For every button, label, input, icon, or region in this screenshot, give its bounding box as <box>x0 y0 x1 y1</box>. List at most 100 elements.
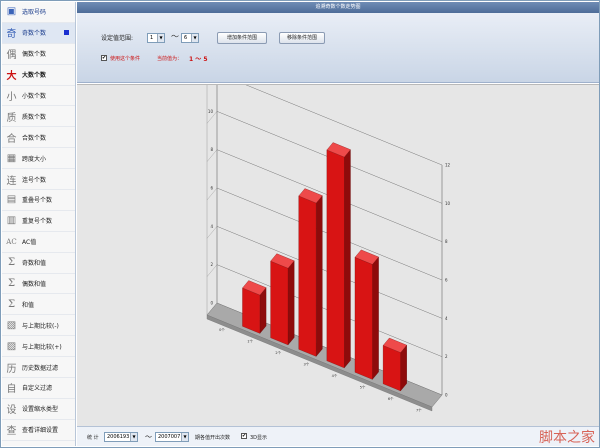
sidebar-item-pointer[interactable]: ▣ 选取号码 <box>2 2 75 23</box>
sidebar-item-even-sum[interactable]: Σ 偶数和值 <box>2 274 75 295</box>
sidebar-item-prime[interactable]: 质质数个数 <box>2 106 75 128</box>
y-tick-label: 6 <box>445 278 448 283</box>
from-period-value: 2006193 <box>107 434 130 440</box>
use-condition-label: 使用这个条件 <box>110 56 141 62</box>
remove-range-button[interactable]: 移除条件范围 <box>279 32 325 44</box>
sidebar-item-label: 自定义过滤 <box>22 385 53 393</box>
sidebar-item-label: 历史数据过滤 <box>22 364 59 372</box>
sidebar-item-big[interactable]: 大大数个数 <box>2 65 75 86</box>
bar <box>326 149 345 369</box>
current-value-label: 当前值为： <box>157 56 183 62</box>
sum-icon: Σ <box>7 298 16 310</box>
bar-side <box>372 256 379 380</box>
shrink-type-icon: 设 <box>6 405 17 417</box>
sidebar-item-ac[interactable]: AC AC值 <box>2 232 75 253</box>
chart-area: 0022446688101012120个1个2个3个4个5个6个7个 <box>77 84 599 426</box>
sidebar-item-label: 重叠号个数 <box>22 197 53 205</box>
current-value: 1 ～ 5 <box>189 56 208 63</box>
sidebar-item-label: 偶数和值 <box>22 281 47 289</box>
pointer-icon: ▣ <box>6 6 17 18</box>
y-tick-label: 6 <box>210 186 213 191</box>
condition-panel: 设定值范围: 1 ▼ ～ 6 ▼ 增加条件范围 移除条件范围 ✔ 使用这个条件 … <box>77 13 599 83</box>
sidebar-item-label: 奇数和值 <box>22 260 47 268</box>
prime-icon: 质 <box>6 112 17 124</box>
sidebar-item-small[interactable]: 小小数个数 <box>2 86 75 107</box>
range-from-value: 1 <box>150 35 154 41</box>
consecutive-icon: 连 <box>6 175 17 187</box>
sidebar-item-overlap[interactable]: ▤ 重叠号个数 <box>2 190 75 211</box>
ac-icon: AC <box>6 237 17 246</box>
y-tick-label: 0 <box>445 393 448 398</box>
watermark-logo: 脚本之家 <box>539 430 595 446</box>
x-tick-label: 5个 <box>360 384 366 389</box>
sidebar-item-label: 与上期比较(+) <box>22 343 62 351</box>
sidebar-item-odd[interactable]: 奇奇数个数 <box>2 22 75 44</box>
sidebar-item-composite[interactable]: 合合数个数 <box>2 127 75 149</box>
bar-side <box>316 195 323 357</box>
y-tick-label: 2 <box>445 354 448 359</box>
bar <box>242 287 261 334</box>
sidebar-item-label: 质数个数 <box>22 113 47 121</box>
bar-side <box>259 287 267 334</box>
big-icon: 大 <box>6 71 17 83</box>
x-tick-label: 2个 <box>275 350 281 355</box>
sidebar-item-label: 重复号个数 <box>22 218 53 226</box>
range-to-value: 6 <box>184 35 188 41</box>
sidebar-item-odd-sum[interactable]: Σ 奇数和值 <box>2 253 75 274</box>
to-period-value: 2007007 <box>158 434 181 440</box>
range-label: 设定值范围: <box>101 35 134 42</box>
view-settings-icon: 查 <box>6 426 17 438</box>
sidebar-item-label: 与上期比较(-) <box>22 322 59 330</box>
y-tick-label: 8 <box>445 239 448 244</box>
main-panel: 追溯奇数个数走势图 设定值范围: 1 ▼ ～ 6 ▼ 增加条件范围 移除条件范围… <box>77 2 599 446</box>
history-filter-icon: 历 <box>6 363 17 375</box>
sidebar-item-compare-minus[interactable]: ▧ 与上期比较(-) <box>2 315 75 337</box>
bar <box>270 260 289 346</box>
sidebar-item-consecutive[interactable]: 连连号个数 <box>2 169 75 191</box>
compare-minus-icon: ▧ <box>6 319 17 331</box>
range-to-select[interactable]: 6 ▼ <box>181 33 199 43</box>
use-condition-checkbox[interactable]: ✔ <box>101 55 107 61</box>
x-tick-label: 1个 <box>247 338 253 343</box>
range-separator: ～ <box>171 32 179 41</box>
sidebar-item-label: 大数个数 <box>22 72 47 80</box>
y-tick-label: 8 <box>210 147 213 152</box>
sidebar-item-span[interactable]: ▦ 跨度大小 <box>2 148 75 170</box>
sidebar-item-sum[interactable]: Σ 和值 <box>2 294 75 316</box>
composite-icon: 合 <box>6 133 17 145</box>
add-range-button[interactable]: 增加条件范围 <box>217 32 267 44</box>
sidebar-item-label: 设置缩水类型 <box>22 406 59 414</box>
window-title: 追溯奇数个数走势图 <box>77 2 599 13</box>
sidebar-item-label: 奇数个数 <box>22 30 47 38</box>
sidebar-item-view-settings[interactable]: 查查看详细设置 <box>2 420 75 441</box>
bar-side <box>344 149 351 369</box>
to-period-select[interactable]: 2007007 ▼ <box>155 432 189 442</box>
y-tick-label: 12 <box>445 163 451 168</box>
range-from-select[interactable]: 1 ▼ <box>147 33 165 43</box>
sidebar-item-compare-plus[interactable]: ▨ 与上期比较(+) <box>2 336 75 358</box>
sidebar-item-label: 和值 <box>22 301 35 309</box>
x-tick-label: 7个 <box>416 407 422 412</box>
sidebar-item-label: 小数个数 <box>22 93 47 100</box>
app-window: ▣ 选取号码奇奇数个数偶偶数个数大大数个数小小数个数质质数个数合合数个数 ▦ 跨度大小… <box>0 0 600 448</box>
bar-chart-3d: 0022446688101012120个1个2个3个4个5个6个7个 <box>206 85 451 412</box>
sidebar-item-repeat[interactable]: ▥ 重复号个数 <box>2 211 75 232</box>
sidebar-item-label: 选取号码 <box>22 9 47 17</box>
bar <box>354 257 373 380</box>
custom-filter-icon: 自 <box>6 384 17 396</box>
y-tick-label: 10 <box>445 201 451 206</box>
y-tick-label: 4 <box>210 224 213 229</box>
chevron-down-icon: ▼ <box>181 433 188 441</box>
stat-description: 期各值开出次数 <box>195 435 231 441</box>
sidebar-item-custom-filter[interactable]: 自自定义过滤 <box>2 378 75 399</box>
chevron-down-icon: ▼ <box>157 34 164 42</box>
sidebar-item-shrink-type[interactable]: 设设置缩水类型 <box>2 399 75 420</box>
from-period-select[interactable]: 2006193 ▼ <box>104 432 138 442</box>
x-tick-label: 6个 <box>388 396 394 401</box>
sidebar-item-label: AC值 <box>22 239 37 247</box>
even-sum-icon: Σ <box>7 278 16 290</box>
show-3d-checkbox[interactable]: ✔ <box>241 433 247 439</box>
y-tick-label: 0 <box>210 301 213 306</box>
sidebar-item-even[interactable]: 偶偶数个数 <box>2 44 75 65</box>
sidebar-item-history-filter[interactable]: 历历史数据过滤 <box>2 357 75 379</box>
